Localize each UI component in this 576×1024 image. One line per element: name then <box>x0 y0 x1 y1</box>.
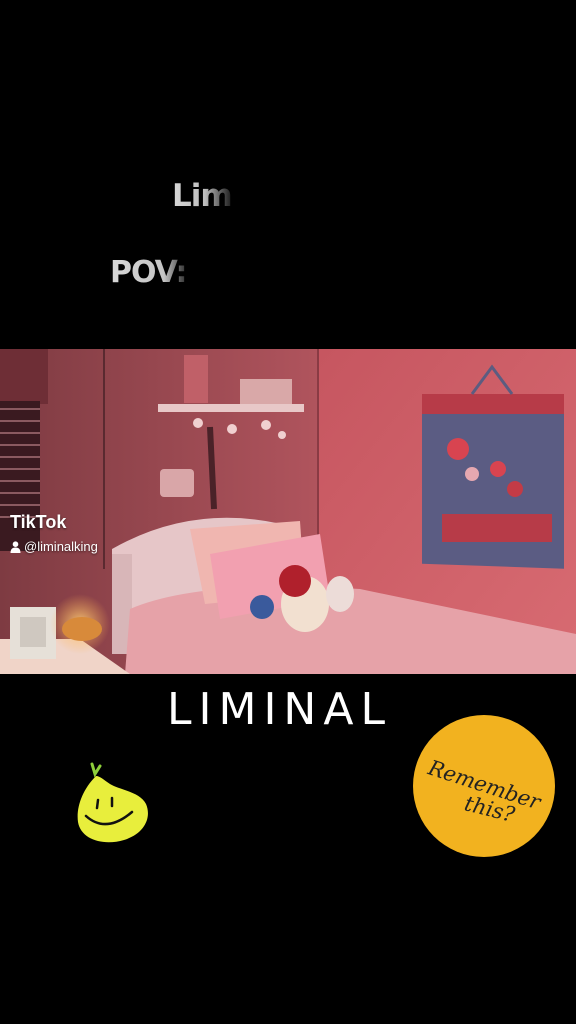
username-label: @liminalking <box>24 539 98 554</box>
wall-canvas-art <box>422 364 564 569</box>
wall-shelf <box>158 404 304 412</box>
tiktok-wordmark: TikTok <box>10 512 67 532</box>
caption-top: Lim <box>172 178 233 214</box>
video-frame[interactable]: TikTok @liminalking <box>0 349 576 674</box>
tiktok-username[interactable]: @liminalking <box>10 539 98 554</box>
smiling-pear-icon <box>77 762 148 843</box>
bedroom-scene <box>0 349 576 674</box>
caption-pov: POV: <box>110 255 188 290</box>
liminal-title: LIMINAL <box>167 684 392 735</box>
user-icon <box>10 540 21 553</box>
remember-this-badge: Remember this? <box>413 715 555 857</box>
